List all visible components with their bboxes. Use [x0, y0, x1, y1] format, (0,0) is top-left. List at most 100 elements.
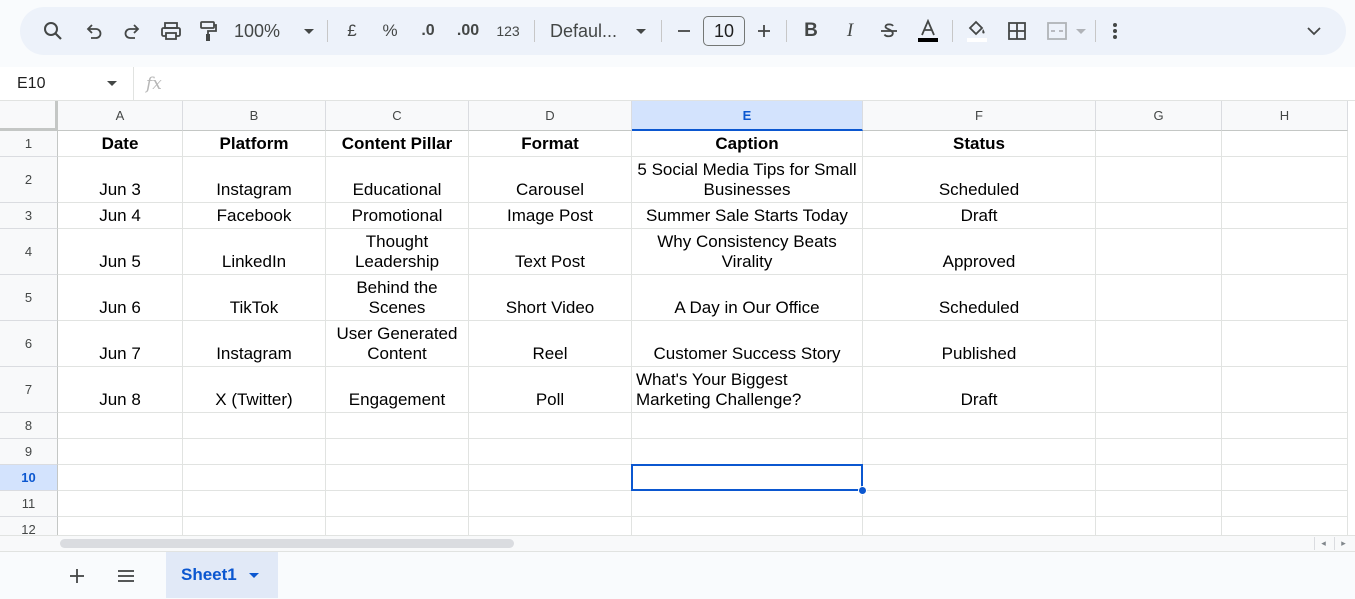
- fill-handle[interactable]: [858, 486, 867, 495]
- redo-icon[interactable]: [120, 15, 144, 47]
- cell-c8[interactable]: [326, 413, 469, 439]
- row-header-9[interactable]: 9: [0, 439, 58, 465]
- cell-g11[interactable]: [1096, 491, 1222, 517]
- minus-icon[interactable]: [671, 15, 697, 47]
- row-header-6[interactable]: 6: [0, 321, 58, 367]
- cell-g10[interactable]: [1096, 465, 1222, 491]
- cell-a10[interactable]: [58, 465, 183, 491]
- number-format-button[interactable]: 123: [491, 15, 525, 47]
- cell-b11[interactable]: [183, 491, 326, 517]
- cell-d6[interactable]: Reel: [469, 321, 632, 367]
- cell-b3[interactable]: Facebook: [183, 203, 326, 229]
- cell-c5[interactable]: Behind the Scenes: [326, 275, 469, 321]
- sheet-tab-sheet1[interactable]: Sheet1: [166, 552, 278, 598]
- cell-d8[interactable]: [469, 413, 632, 439]
- cell-b2[interactable]: Instagram: [183, 157, 326, 203]
- undo-icon[interactable]: [82, 15, 106, 47]
- row-header-10[interactable]: 10: [0, 465, 58, 491]
- cell-h3[interactable]: [1222, 203, 1348, 229]
- column-header-a[interactable]: A: [58, 101, 183, 131]
- zoom-select[interactable]: 100%: [230, 15, 318, 47]
- cell-e6[interactable]: Customer Success Story: [632, 321, 863, 367]
- header-cell-g1[interactable]: [1096, 131, 1222, 157]
- cell-f7[interactable]: Draft: [863, 367, 1096, 413]
- spreadsheet-grid[interactable]: A B C D E F G H 1 Date Platform Content Pillar Forma…: [0, 101, 1355, 535]
- cell-c7[interactable]: Engagement: [326, 367, 469, 413]
- cell-b10[interactable]: [183, 465, 326, 491]
- cell-f3[interactable]: Draft: [863, 203, 1096, 229]
- search-icon[interactable]: [40, 15, 66, 47]
- cell-g6[interactable]: [1096, 321, 1222, 367]
- cell-b6[interactable]: Instagram: [183, 321, 326, 367]
- collapse-chevron-icon[interactable]: [1300, 15, 1328, 47]
- cell-f6[interactable]: Published: [863, 321, 1096, 367]
- cell-b5[interactable]: TikTok: [183, 275, 326, 321]
- row-header-11[interactable]: 11: [0, 491, 58, 517]
- cell-e8[interactable]: [632, 413, 863, 439]
- cell-a2[interactable]: Jun 3: [58, 157, 183, 203]
- cell-d11[interactable]: [469, 491, 632, 517]
- horizontal-scrollbar[interactable]: ◂ ▸: [0, 535, 1355, 551]
- cell-g3[interactable]: [1096, 203, 1222, 229]
- chevron-down-icon[interactable]: [248, 572, 259, 578]
- cell-g12[interactable]: [1096, 517, 1222, 535]
- cell-g8[interactable]: [1096, 413, 1222, 439]
- header-cell-c1[interactable]: Content Pillar: [326, 131, 469, 157]
- cell-h2[interactable]: [1222, 157, 1348, 203]
- header-cell-d1[interactable]: Format: [469, 131, 632, 157]
- cell-e10[interactable]: [632, 465, 863, 491]
- cell-a3[interactable]: Jun 4: [58, 203, 183, 229]
- header-cell-e1[interactable]: Caption: [632, 131, 863, 157]
- borders-icon[interactable]: [1004, 15, 1030, 47]
- cell-g4[interactable]: [1096, 229, 1222, 275]
- cell-b7[interactable]: X (Twitter): [183, 367, 326, 413]
- cell-f5[interactable]: Scheduled: [863, 275, 1096, 321]
- cell-f8[interactable]: [863, 413, 1096, 439]
- paint-format-icon[interactable]: [196, 15, 220, 47]
- cell-e9[interactable]: [632, 439, 863, 465]
- cell-c3[interactable]: Promotional: [326, 203, 469, 229]
- plus-icon[interactable]: [751, 15, 777, 47]
- fill-color-icon[interactable]: [962, 15, 992, 47]
- scroll-right-icon[interactable]: ▸: [1334, 537, 1352, 550]
- select-all-corner[interactable]: [0, 101, 58, 131]
- header-cell-b1[interactable]: Platform: [183, 131, 326, 157]
- cell-a7[interactable]: Jun 8: [58, 367, 183, 413]
- cell-f11[interactable]: [863, 491, 1096, 517]
- italic-icon[interactable]: I: [835, 15, 865, 47]
- cell-a12[interactable]: [58, 517, 183, 535]
- cell-f4[interactable]: Approved: [863, 229, 1096, 275]
- cell-f10[interactable]: [863, 465, 1096, 491]
- scrollbar-thumb[interactable]: [60, 539, 514, 548]
- cell-h7[interactable]: [1222, 367, 1348, 413]
- text-color-icon[interactable]: [913, 15, 943, 47]
- name-box[interactable]: E10: [0, 66, 134, 101]
- cell-a11[interactable]: [58, 491, 183, 517]
- font-size-input[interactable]: 10: [703, 16, 745, 46]
- cell-d7[interactable]: Poll: [469, 367, 632, 413]
- cell-c11[interactable]: [326, 491, 469, 517]
- font-select[interactable]: Defaul...: [544, 15, 652, 47]
- cell-g2[interactable]: [1096, 157, 1222, 203]
- header-cell-h1[interactable]: [1222, 131, 1348, 157]
- cell-h11[interactable]: [1222, 491, 1348, 517]
- cell-h6[interactable]: [1222, 321, 1348, 367]
- cell-e11[interactable]: [632, 491, 863, 517]
- cell-e3[interactable]: Summer Sale Starts Today: [632, 203, 863, 229]
- row-header-2[interactable]: 2: [0, 157, 58, 203]
- row-header-4[interactable]: 4: [0, 229, 58, 275]
- increase-decimal-button[interactable]: .00: [451, 15, 485, 47]
- cell-h9[interactable]: [1222, 439, 1348, 465]
- column-header-h[interactable]: H: [1222, 101, 1348, 131]
- row-header-7[interactable]: 7: [0, 367, 58, 413]
- row-header-5[interactable]: 5: [0, 275, 58, 321]
- cell-d3[interactable]: Image Post: [469, 203, 632, 229]
- row-header-1[interactable]: 1: [0, 131, 58, 157]
- currency-format-button[interactable]: £: [337, 15, 367, 47]
- cell-c2[interactable]: Educational: [326, 157, 469, 203]
- cell-d10[interactable]: [469, 465, 632, 491]
- cell-h12[interactable]: [1222, 517, 1348, 535]
- cell-f2[interactable]: Scheduled: [863, 157, 1096, 203]
- row-header-8[interactable]: 8: [0, 413, 58, 439]
- merge-cells-icon[interactable]: [1046, 15, 1086, 47]
